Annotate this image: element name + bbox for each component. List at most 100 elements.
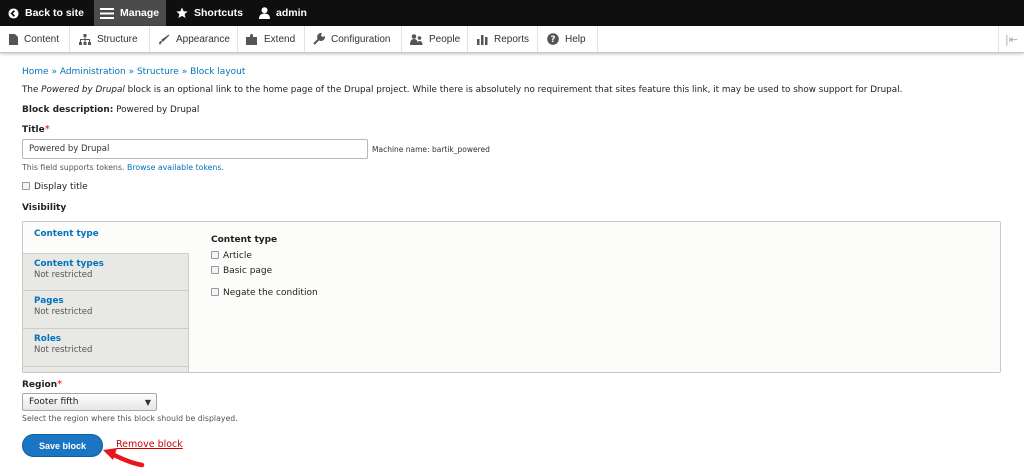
vertical-tab-summary: Not restricted [34, 345, 93, 355]
svg-text:?: ? [551, 35, 556, 45]
collapse-icon: |⇤ [1005, 32, 1018, 46]
breadcrumb: Home » Administration » Structure » Bloc… [22, 67, 245, 77]
basic-page-label: Basic page [223, 266, 273, 276]
breadcrumb-block-layout[interactable]: Block layout [190, 67, 245, 77]
region-select[interactable]: Footer fifth ▼ [22, 393, 157, 411]
tray-item-reports[interactable]: Reports [468, 26, 538, 52]
tray-item-help[interactable]: ? Help [538, 26, 598, 52]
tray-item-extend[interactable]: Extend [238, 26, 305, 52]
visibility-heading: Visibility [22, 203, 67, 213]
help-icon: ? [547, 33, 559, 45]
title-label-text: Title [22, 125, 45, 135]
title-input[interactable]: Powered by Drupal [22, 139, 368, 159]
collapse-tray-button[interactable]: |⇤ [998, 26, 1024, 52]
title-label: Title* [22, 124, 50, 135]
browse-tokens-link[interactable]: Browse available tokens. [127, 163, 224, 172]
admin-tray: Content Structure Appearance Extend Conf… [0, 26, 1024, 53]
block-description-label: Block description: [22, 105, 114, 115]
user-icon [259, 7, 270, 19]
visibility-vertical-tabs: Content type Content types Not restricte… [22, 221, 1001, 373]
breadcrumb-home[interactable]: Home [22, 67, 49, 77]
back-to-site-link[interactable]: Back to site [8, 0, 84, 26]
block-description: Block description: Powered by Drupal [22, 105, 199, 115]
title-help-text: This field supports tokens. [22, 163, 125, 172]
vertical-tab-pages[interactable]: Pages Not restricted [23, 291, 189, 329]
star-icon [176, 7, 188, 18]
vertical-tab-summary: Not restricted [34, 270, 93, 280]
brush-icon [159, 34, 170, 45]
machine-name: Machine name: bartik_powered [372, 145, 490, 154]
dropdown-arrow-icon: ▼ [144, 398, 151, 407]
breadcrumb-separator: » [181, 67, 188, 77]
tray-label-reports: Reports [494, 33, 530, 45]
title-input-value: Powered by Drupal [29, 144, 110, 154]
tray-item-people[interactable]: People [402, 26, 468, 52]
manage-tab[interactable]: Manage [94, 0, 166, 26]
option-article[interactable]: Article [211, 251, 252, 261]
tray-label-appearance: Appearance [176, 33, 230, 45]
shortcuts-label: Shortcuts [194, 7, 244, 19]
intro-pre: The [22, 85, 42, 95]
vertical-tab-title: Content type [34, 229, 99, 239]
vertical-tab-pane: Content type Article Basic page Negate t… [189, 222, 1000, 372]
admin-toolbar: Back to site Manage Shortcuts admin [0, 0, 1024, 26]
article-checkbox[interactable] [211, 251, 219, 259]
shortcuts-tab[interactable]: Shortcuts [176, 0, 243, 26]
vertical-tab-roles[interactable]: Roles Not restricted [23, 329, 189, 367]
breadcrumb-administration[interactable]: Administration [60, 67, 126, 77]
vertical-tab-content-type[interactable]: Content type [23, 222, 189, 254]
wrench-icon [313, 33, 325, 45]
intro-emphasis: Powered by Drupal [41, 85, 125, 95]
sitemap-icon [79, 33, 91, 45]
tray-item-structure[interactable]: Structure [70, 26, 150, 52]
user-label: admin [276, 7, 307, 19]
vertical-tab-content-types[interactable]: Content types Not restricted [23, 254, 189, 291]
bar-chart-icon [477, 34, 488, 45]
intro-post: block is an optional link to the home pa… [124, 85, 903, 95]
region-label: Region* [22, 379, 62, 390]
content-type-heading: Content type [211, 235, 278, 245]
block-description-value: Powered by Drupal [116, 105, 200, 115]
document-icon [9, 33, 18, 45]
option-basic-page[interactable]: Basic page [211, 266, 272, 276]
breadcrumb-separator: » [128, 67, 135, 77]
display-title-checkbox[interactable] [22, 182, 30, 190]
negate-checkbox[interactable] [211, 288, 219, 296]
basic-page-checkbox[interactable] [211, 266, 219, 274]
user-tab[interactable]: admin [259, 0, 307, 26]
tray-label-content: Content [24, 33, 60, 45]
puzzle-icon [246, 33, 257, 45]
back-arrow-icon [8, 7, 19, 19]
title-help: This field supports tokens. Browse avail… [22, 163, 224, 172]
tray-item-appearance[interactable]: Appearance [150, 26, 238, 52]
region-label-text: Region [22, 380, 58, 390]
tray-label-extend: Extend [264, 33, 296, 45]
block-intro-text: The Powered by Drupal block is an option… [22, 85, 902, 95]
back-to-site-label: Back to site [25, 7, 84, 19]
article-label: Article [223, 251, 252, 261]
required-marker: * [57, 379, 63, 390]
tray-label-people: People [429, 33, 461, 45]
region-select-value: Footer fifth [29, 397, 79, 407]
display-title-label: Display title [34, 182, 88, 192]
vertical-tab-title: Content types [34, 259, 104, 269]
negate-label: Negate the condition [223, 288, 318, 298]
tray-label-structure: Structure [97, 33, 138, 45]
breadcrumb-structure[interactable]: Structure [137, 67, 179, 77]
vertical-tabs-menu: Content type Content types Not restricte… [23, 222, 189, 372]
tray-label-configuration: Configuration [331, 33, 391, 45]
tray-item-configuration[interactable]: Configuration [305, 26, 402, 52]
tray-item-content[interactable]: Content [0, 26, 70, 52]
menu-icon [100, 7, 114, 19]
vertical-tab-summary: Not restricted [34, 307, 93, 317]
display-title-option[interactable]: Display title [22, 182, 88, 192]
vertical-tab-title: Roles [34, 334, 62, 344]
region-help: Select the region where this block shoul… [22, 414, 238, 423]
manage-label: Manage [120, 7, 160, 19]
people-icon [410, 33, 423, 45]
tray-label-help: Help [565, 33, 586, 45]
required-marker: * [44, 124, 50, 135]
vertical-tab-title: Pages [34, 296, 64, 306]
option-negate[interactable]: Negate the condition [211, 288, 318, 298]
save-block-button[interactable]: Save block [22, 434, 103, 457]
